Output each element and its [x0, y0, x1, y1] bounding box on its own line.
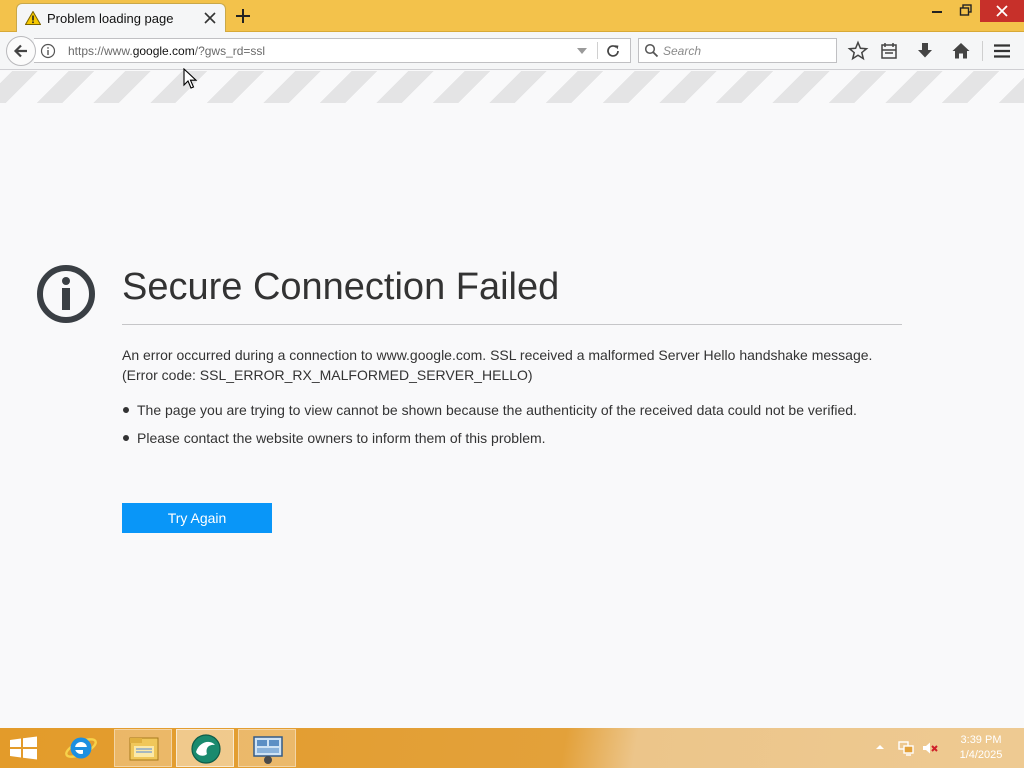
clock-time: 3:39 PM: [960, 734, 1002, 746]
minimize-icon: [932, 11, 942, 13]
tab-title: Problem loading page: [47, 11, 174, 26]
back-button[interactable]: [6, 36, 36, 66]
url-bar[interactable]: https://www.google.com/?gws_rd=ssl: [34, 38, 631, 63]
system-clock[interactable]: 3:39 PM 1/4/2025: [950, 733, 1012, 763]
search-bar[interactable]: Search: [638, 38, 837, 63]
hamburger-menu-icon[interactable]: [991, 40, 1013, 62]
title-bar: Problem loading page: [0, 0, 1024, 33]
star-icon[interactable]: [847, 40, 869, 62]
dropdown-arrow-icon[interactable]: [576, 47, 588, 55]
search-icon: [644, 43, 659, 58]
library-icon[interactable]: [878, 40, 900, 62]
divider: [122, 324, 902, 325]
home-icon[interactable]: [950, 40, 972, 62]
url-text[interactable]: https://www.google.com/?gws_rd=ssl: [68, 44, 265, 58]
minimize-button[interactable]: [922, 0, 952, 22]
taskbar-file-explorer[interactable]: [114, 729, 172, 767]
try-again-button[interactable]: Try Again: [122, 503, 272, 533]
search-placeholder: Search: [663, 44, 702, 58]
windows-logo-icon[interactable]: [8, 736, 40, 760]
divider: [597, 42, 598, 59]
mouse-cursor-icon: [183, 68, 197, 89]
error-info-icon: [37, 265, 95, 323]
tray-expand-icon[interactable]: [875, 742, 885, 752]
volume-muted-icon[interactable]: [921, 739, 939, 757]
url-suffix: /?gws_rd=ssl: [194, 44, 266, 58]
network-icon[interactable]: [897, 739, 915, 757]
window-close-button[interactable]: [980, 0, 1024, 22]
page-title: Secure Connection Failed: [122, 266, 560, 308]
divider: [982, 41, 983, 61]
close-icon: [996, 5, 1008, 17]
plus-icon[interactable]: [233, 6, 253, 26]
url-prefix: https://www.: [68, 44, 133, 58]
info-icon[interactable]: [40, 43, 56, 59]
navigation-toolbar: https://www.google.com/?gws_rd=ssl Searc…: [0, 32, 1024, 70]
reload-icon[interactable]: [604, 42, 622, 60]
browser-app-icon: [191, 734, 221, 764]
clock-date: 1/4/2025: [959, 749, 1003, 761]
list-item: Please contact the website owners to inf…: [122, 428, 882, 448]
error-description: An error occurred during a connection to…: [122, 347, 873, 383]
internet-explorer-icon: [65, 737, 97, 759]
loading-stripes: [0, 71, 1024, 103]
restore-button[interactable]: [952, 0, 980, 22]
file-explorer-icon: [129, 737, 159, 761]
url-host: google.com: [132, 44, 195, 58]
tab-problem-loading[interactable]: Problem loading page: [16, 3, 226, 33]
restore-icon: [959, 4, 972, 16]
close-icon[interactable]: [201, 9, 219, 27]
error-bullet-list: The page you are trying to view cannot b…: [122, 400, 882, 456]
taskbar-internet-explorer[interactable]: [52, 729, 110, 767]
taskbar: 3:39 PM 1/4/2025: [0, 728, 1024, 768]
taskbar-browser-active[interactable]: [176, 729, 234, 767]
remote-desktop-icon: [253, 736, 283, 764]
taskbar-remote-desktop[interactable]: [238, 729, 296, 767]
list-item: The page you are trying to view cannot b…: [122, 400, 882, 420]
back-arrow-icon: [13, 44, 27, 58]
download-icon[interactable]: [914, 40, 936, 62]
warning-icon: [25, 11, 41, 25]
